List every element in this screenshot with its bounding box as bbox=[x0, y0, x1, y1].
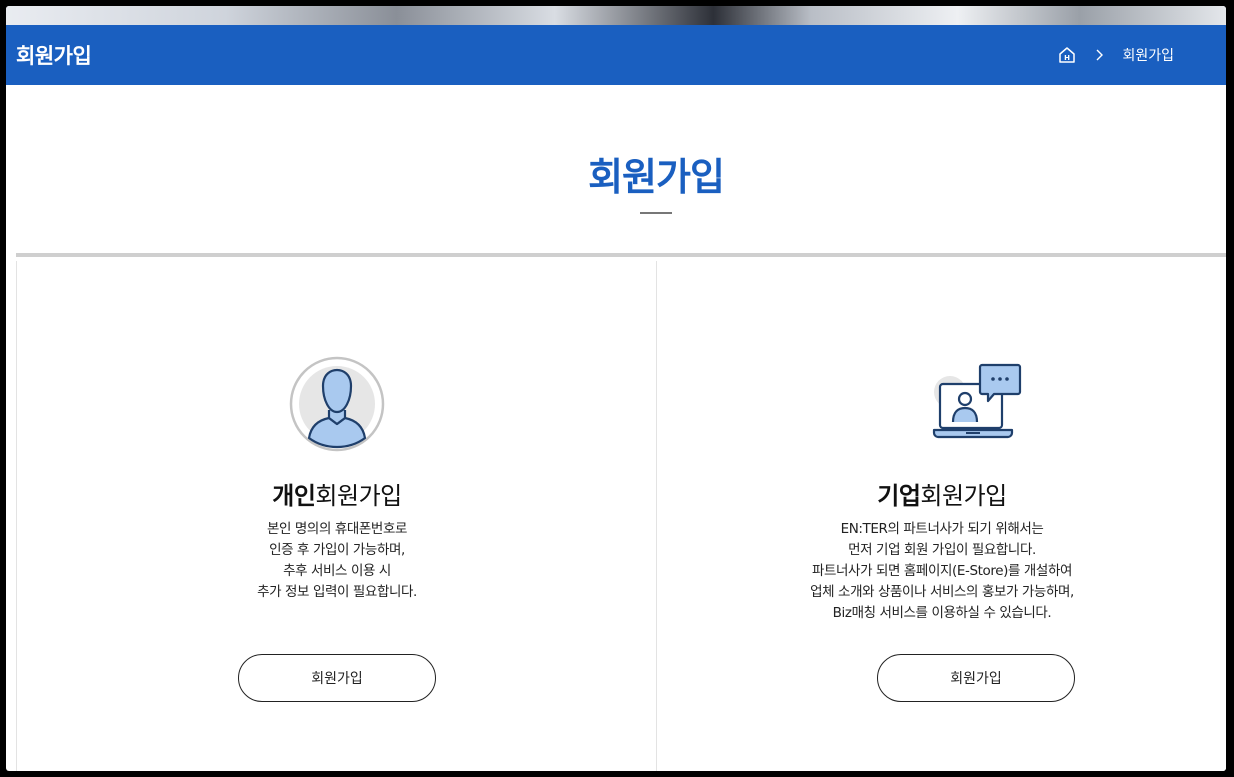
top-bar-title: 회원가입 bbox=[16, 44, 92, 68]
user-avatar-icon bbox=[289, 356, 385, 452]
page-frame: 회원가입 H 회원가입 회원가입 개인회원가입 본인 명의의 휴대폰번호로 인증… bbox=[6, 6, 1226, 771]
signup-cards: 개인회원가입 본인 명의의 휴대폰번호로 인증 후 가입이 가능하며, 추후 서… bbox=[16, 253, 1226, 771]
laptop-chat-icon bbox=[932, 362, 1022, 442]
business-signup-card: 기업회원가입 EN:TER의 파트너사가 되기 위해서는 먼저 기업 회원 가입… bbox=[656, 261, 1226, 771]
title-divider bbox=[640, 212, 672, 214]
business-signup-title: 기업회원가입 bbox=[877, 482, 1007, 510]
personal-signup-card: 개인회원가입 본인 명의의 휴대폰번호로 인증 후 가입이 가능하며, 추후 서… bbox=[16, 261, 657, 771]
business-signup-description: EN:TER의 파트너사가 되기 위해서는 먼저 기업 회원 가입이 필요합니다… bbox=[810, 521, 1074, 621]
breadcrumb-current[interactable]: 회원가입 bbox=[1122, 45, 1174, 65]
business-signup-button[interactable]: 회원가입 bbox=[877, 654, 1075, 702]
top-bar: 회원가입 H 회원가입 bbox=[6, 25, 1226, 85]
personal-signup-title: 개인회원가입 bbox=[272, 482, 402, 510]
svg-text:H: H bbox=[1065, 54, 1071, 62]
page-title: 회원가입 bbox=[588, 155, 725, 199]
hero-image-strip bbox=[6, 6, 1226, 25]
home-icon[interactable]: H bbox=[1058, 46, 1076, 64]
personal-signup-description: 본인 명의의 휴대폰번호로 인증 후 가입이 가능하며, 추후 서비스 이용 시… bbox=[257, 521, 417, 600]
breadcrumb: H 회원가입 bbox=[1058, 45, 1174, 65]
chevron-right-icon bbox=[1094, 49, 1104, 61]
personal-signup-button[interactable]: 회원가입 bbox=[238, 654, 436, 702]
